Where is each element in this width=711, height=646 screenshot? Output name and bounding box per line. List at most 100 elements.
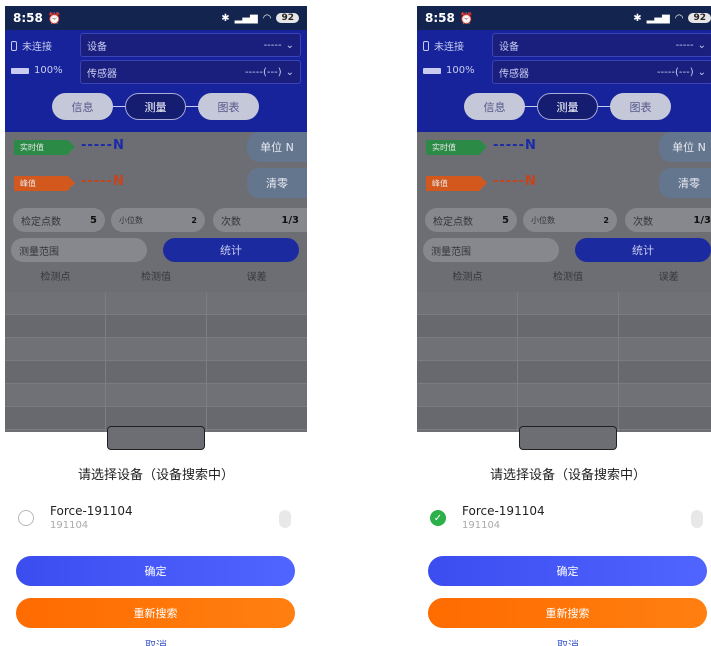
table-body: [417, 292, 711, 430]
tab-chart[interactable]: 图表: [610, 93, 671, 120]
dialog-title: 请选择设备（设备搜索中）: [489, 468, 646, 483]
tab-bar: 信息 测量 图表: [52, 93, 260, 120]
table-row: [417, 292, 711, 315]
table-row: [417, 361, 711, 384]
sensor-select[interactable]: 传感器 -----(---) ⌄: [80, 60, 301, 84]
points-value: 5: [90, 214, 97, 226]
sensor-label: 传感器: [499, 68, 529, 80]
device-value: -----: [675, 39, 694, 51]
realtime-tag: 实时值: [426, 140, 487, 155]
dialog-title: 请选择设备（设备搜索中）: [77, 468, 234, 483]
system-icons: ✱ ▂▄▆ ◠ 92: [221, 13, 299, 24]
tab-info[interactable]: 信息: [52, 93, 113, 120]
points-setting[interactable]: 检定点数 5: [13, 208, 105, 232]
times-setting[interactable]: 次数 1/3: [625, 208, 711, 232]
connection-status: 未连接: [11, 38, 52, 53]
battery-badge: 92: [688, 13, 711, 23]
times-setting[interactable]: 次数 1/3: [213, 208, 307, 232]
device-value: -----: [263, 39, 282, 51]
sensor-value: -----(---): [656, 66, 694, 78]
cancel-button[interactable]: 取消: [417, 637, 711, 646]
device-select[interactable]: 设备 ----- ⌄: [492, 33, 711, 57]
zero-button[interactable]: 清零: [659, 168, 711, 198]
tab-chart[interactable]: 图表: [198, 93, 259, 120]
measure-panel: 实时值 -----N 单位 N 峰值 -----N 清零 检定点数 5 小位数 …: [5, 132, 307, 450]
realtime-tag: 实时值: [14, 140, 75, 155]
sensor-row: 100% 传感器 -----(---) ⌄: [417, 60, 711, 84]
column-divider: [618, 292, 619, 432]
battery-icon: [11, 67, 29, 74]
decimals-setting[interactable]: 小位数 2: [111, 208, 205, 232]
points-label: 检定点数: [433, 216, 473, 228]
device-name[interactable]: Force-191104: [462, 504, 545, 518]
column-divider: [517, 292, 518, 432]
unit-button[interactable]: 单位 N: [659, 132, 711, 162]
rescan-button[interactable]: 重新搜索: [428, 598, 707, 628]
points-value: 5: [502, 214, 509, 226]
bluetooth-icon: [11, 40, 17, 51]
table-row: [417, 384, 711, 407]
table-row: [5, 361, 307, 384]
alarm-icon: ⏰: [459, 11, 474, 25]
column-error: 误差: [658, 272, 679, 283]
realtime-reading: -----N: [493, 138, 537, 153]
device-select[interactable]: 设备 ----- ⌄: [80, 33, 301, 57]
check-icon[interactable]: ✓: [430, 510, 446, 526]
device-picker-dialog: 请选择设备（设备搜索中） ✓ Force-191104 191104 确定 重新…: [417, 452, 711, 646]
device-name[interactable]: Force-191104: [50, 504, 133, 518]
sensor-select[interactable]: 传感器 -----(---) ⌄: [492, 60, 711, 84]
range-field[interactable]: 测量范围: [11, 238, 147, 262]
chevron-down-icon: ⌄: [285, 39, 294, 51]
signal-icon: ▂▄▆: [646, 12, 670, 24]
device-row: 未连接 设备 ----- ⌄: [417, 33, 711, 57]
bottom-box[interactable]: [519, 426, 617, 450]
unit-button[interactable]: 单位 N: [247, 132, 307, 162]
bluetooth-icon: [423, 40, 429, 51]
wifi-icon: ◠: [674, 12, 684, 24]
device-label: 设备: [499, 41, 519, 53]
phone-screen-selected: 8:58 ⏰ ✱ ▂▄▆ ◠ 92 未连接 设备 ----- ⌄ 100% 传感…: [417, 6, 711, 646]
connection-status: 未连接: [423, 38, 464, 53]
battery-badge: 92: [276, 13, 299, 23]
confirm-button[interactable]: 确定: [16, 556, 295, 586]
tab-info[interactable]: 信息: [464, 93, 525, 120]
rescan-button[interactable]: 重新搜索: [16, 598, 295, 628]
column-divider: [105, 292, 106, 432]
battery-level: 100%: [34, 65, 63, 76]
cancel-button[interactable]: 取消: [5, 637, 307, 646]
bluetooth-icon: ✱: [633, 12, 642, 24]
confirm-button[interactable]: 确定: [428, 556, 707, 586]
decimals-value: 2: [191, 215, 197, 225]
device-label: 设备: [87, 41, 107, 53]
connection-label: 未连接: [22, 42, 52, 53]
peak-tag: 峰值: [14, 176, 75, 191]
device-radio[interactable]: [18, 510, 34, 526]
decimals-setting[interactable]: 小位数 2: [523, 208, 617, 232]
tab-measure[interactable]: 测量: [537, 93, 598, 120]
stats-button[interactable]: 统计: [163, 238, 299, 262]
zero-button[interactable]: 清零: [247, 168, 307, 198]
table-row: [5, 384, 307, 407]
sensor-row: 100% 传感器 -----(---) ⌄: [5, 60, 307, 84]
chevron-down-icon: ⌄: [697, 66, 706, 78]
status-time: 8:58: [425, 11, 455, 25]
column-value: 检测值: [553, 272, 583, 283]
app-header: 未连接 设备 ----- ⌄ 100% 传感器 -----(---) ⌄ 信息 …: [5, 30, 307, 132]
bottom-box[interactable]: [107, 426, 205, 450]
table-body: [5, 292, 307, 430]
column-value: 检测值: [141, 272, 171, 283]
points-setting[interactable]: 检定点数 5: [425, 208, 517, 232]
signal-icon: ▂▄▆: [234, 12, 258, 24]
decimals-value: 2: [603, 215, 609, 225]
stats-button[interactable]: 统计: [575, 238, 711, 262]
battery-icon: [423, 67, 441, 74]
realtime-reading: -----N: [81, 138, 125, 153]
column-point: 检测点: [452, 272, 483, 283]
range-field[interactable]: 测量范围: [423, 238, 559, 262]
sensor-value: -----(---): [244, 66, 282, 78]
chevron-down-icon: ⌄: [285, 66, 294, 78]
times-label: 次数: [633, 216, 653, 228]
alarm-icon: ⏰: [47, 11, 62, 25]
tab-measure[interactable]: 测量: [125, 93, 186, 120]
device-picker-dialog: 请选择设备（设备搜索中） Force-191104 191104 确定 重新搜索…: [5, 452, 307, 646]
